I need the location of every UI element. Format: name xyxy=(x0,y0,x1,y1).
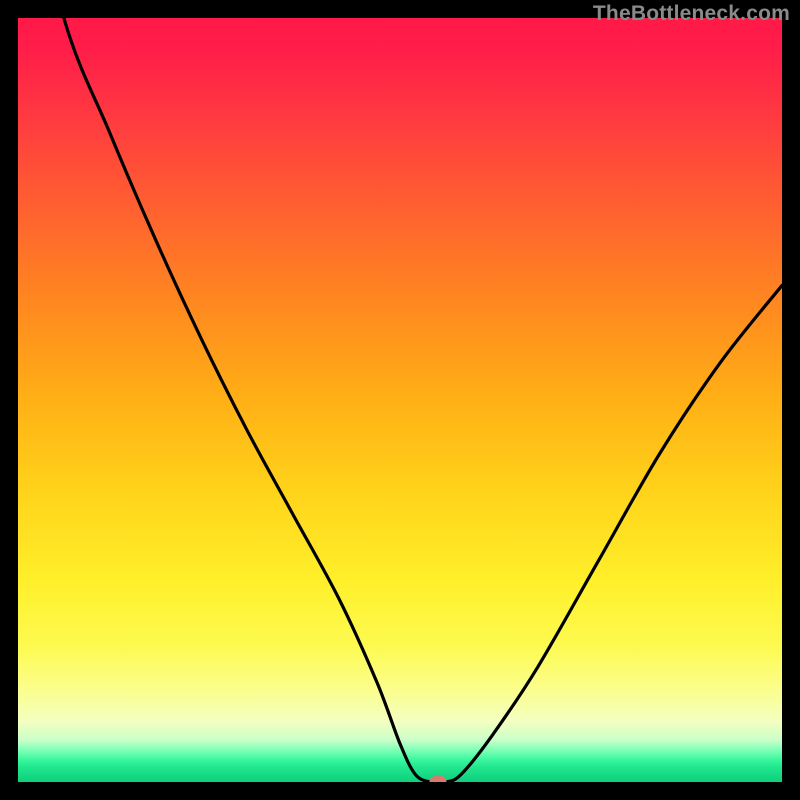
plot-area xyxy=(18,18,782,782)
chart-frame: TheBottleneck.com xyxy=(0,0,800,800)
optimal-point-marker xyxy=(430,776,447,782)
bottleneck-curve xyxy=(18,18,782,782)
watermark-text: TheBottleneck.com xyxy=(593,2,790,26)
